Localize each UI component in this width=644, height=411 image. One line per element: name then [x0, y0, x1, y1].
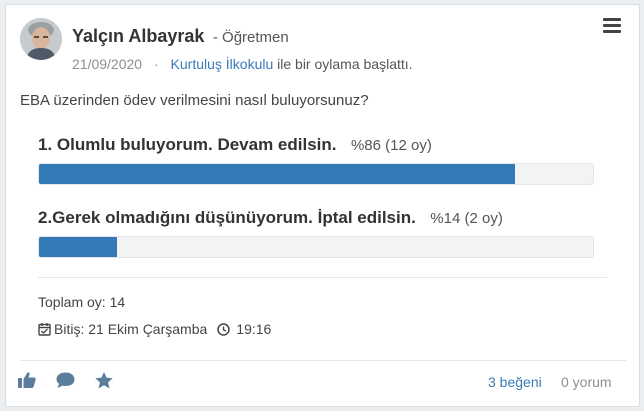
poll-option-stat: %86 (12 oy) [350, 137, 432, 154]
poll-end-time: 19:16 [236, 321, 272, 337]
post-action-text: ile bir oylama başlattı. [277, 56, 413, 72]
poll-end-info: Bitiş: 21 Ekim Çarşamba 19:16 [38, 321, 271, 337]
author-line: Yalçın Albayrak - Öğretmen [72, 26, 289, 47]
post-date: 21/09/2020 [72, 56, 143, 72]
poll-end-time-group: 19:16 [217, 321, 271, 337]
poll-question: EBA üzerinden ödev verilmesini nasıl bul… [20, 92, 369, 109]
like-icon[interactable] [17, 371, 37, 394]
poll-option-label: 1. Olumlu buluyorum. Devam edilsin. [38, 135, 337, 154]
clock-icon [217, 322, 231, 336]
menu-icon[interactable] [603, 18, 621, 34]
poll-option-bar [38, 236, 594, 258]
comments-count-link[interactable]: 0 yorum [561, 374, 612, 390]
school-link[interactable]: Kurtuluş İlkokulu [171, 56, 274, 72]
poll-option-bar [38, 163, 594, 185]
post-meta: 21/09/2020 · Kurtuluş İlkokulu ile bir o… [72, 56, 413, 72]
star-icon[interactable] [94, 371, 114, 395]
poll-divider [38, 277, 607, 278]
poll-option-label: 2.Gerek olmadığını düşünüyorum. İptal ed… [38, 208, 416, 227]
poll-option-bar-fill [39, 164, 516, 184]
poll-option[interactable]: 2.Gerek olmadığını düşünüyorum. İptal ed… [38, 208, 594, 258]
author-role: - Öğretmen [212, 29, 289, 46]
poll-end-date: Bitiş: 21 Ekim Çarşamba [54, 321, 208, 337]
calendar-icon [38, 323, 51, 336]
poll-option-stat: %14 (2 oy) [430, 210, 503, 227]
poll-post-card: Yalçın Albayrak - Öğretmen 21/09/2020 · … [5, 4, 640, 407]
footer-divider [20, 360, 626, 361]
poll-option[interactable]: 1. Olumlu buluyorum. Devam edilsin. %86 … [38, 135, 594, 185]
author-name[interactable]: Yalçın Albayrak [72, 26, 204, 46]
likes-count-link[interactable]: 3 beğeni [488, 374, 542, 390]
meta-separator: · [153, 56, 159, 72]
comment-icon[interactable] [55, 371, 76, 394]
poll-option-bar-fill [39, 237, 117, 257]
avatar[interactable] [20, 18, 62, 60]
poll-total-votes: Toplam oy: 14 [38, 294, 126, 310]
